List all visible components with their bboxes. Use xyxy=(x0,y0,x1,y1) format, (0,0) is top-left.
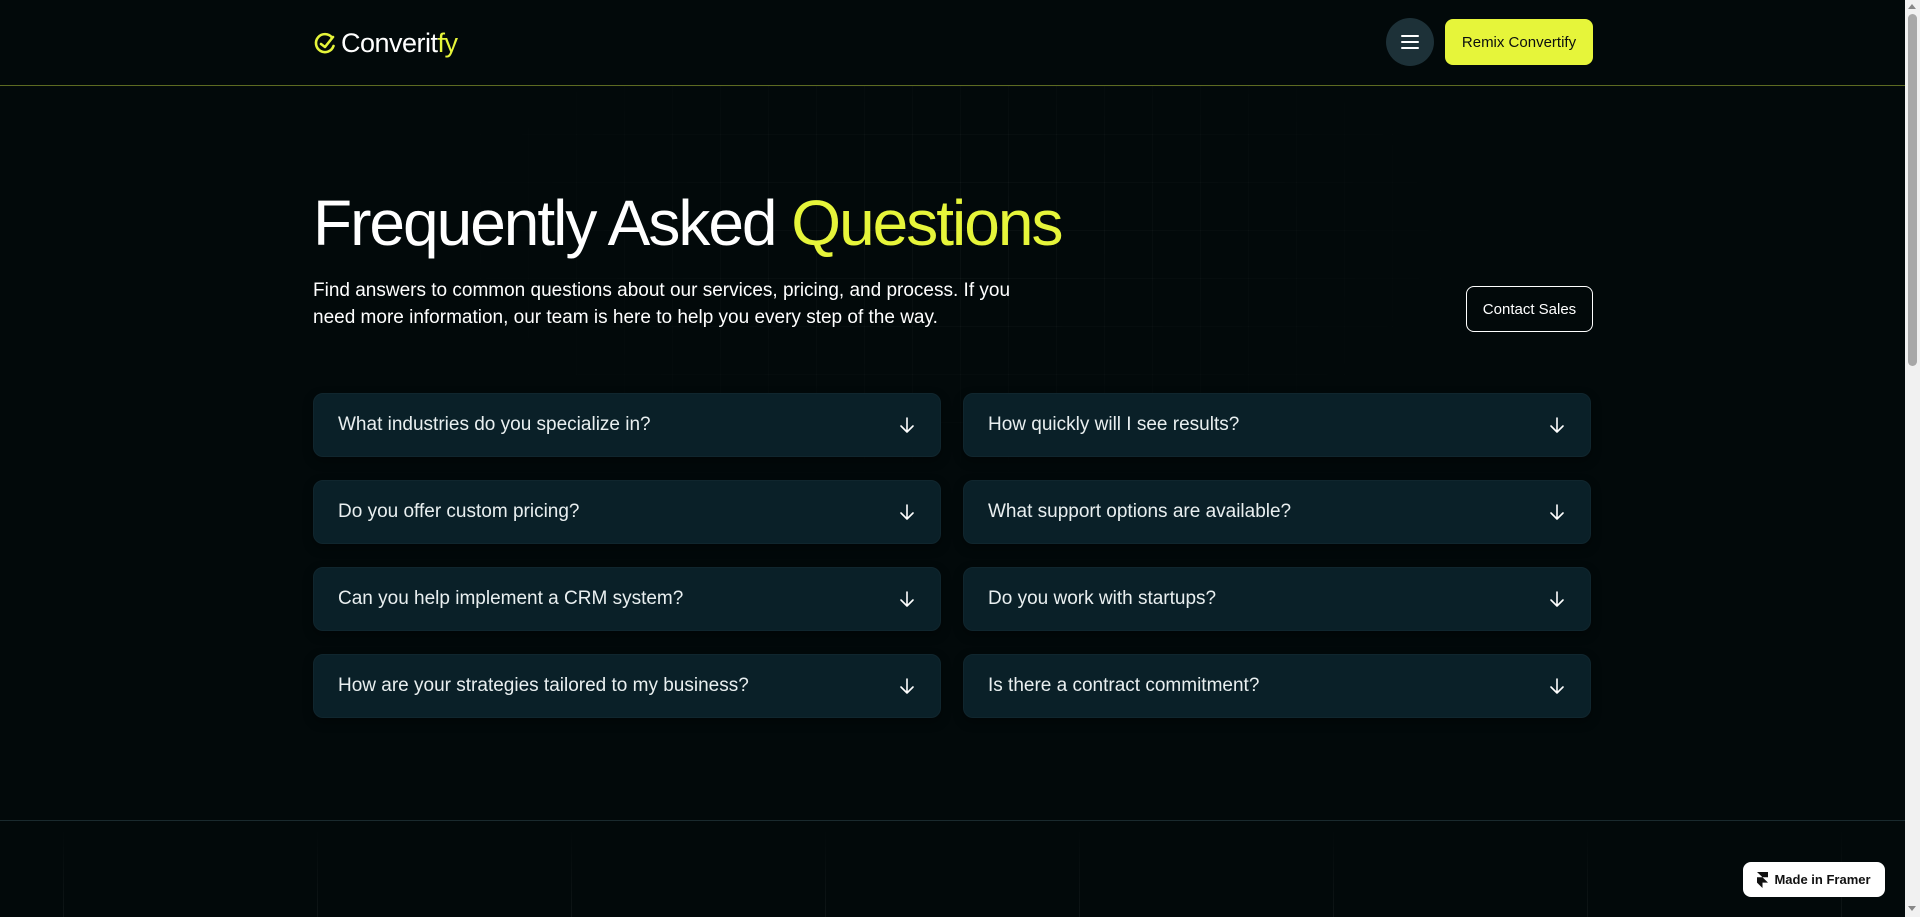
logo[interactable]: Converitfy xyxy=(313,26,458,60)
page: Converitfy Remix Convertify Frequently A… xyxy=(0,0,1920,917)
faq-question: Do you work with startups? xyxy=(988,588,1217,609)
faq-question: Do you offer custom pricing? xyxy=(338,501,580,522)
scroll-up-icon[interactable] xyxy=(1908,4,1916,9)
faq-item[interactable]: Can you help implement a CRM system? xyxy=(313,567,941,631)
page-title: Frequently Asked Questions xyxy=(313,183,1063,263)
scrollbar-thumb[interactable] xyxy=(1908,14,1917,366)
vertical-scrollbar[interactable] xyxy=(1905,0,1920,917)
arrow-down-icon xyxy=(900,504,914,520)
faq-item[interactable]: What support options are available? xyxy=(963,480,1591,544)
page-title-main: Frequently Asked xyxy=(313,187,792,259)
faq-item[interactable]: Do you work with startups? xyxy=(963,567,1591,631)
faq-question: What industries do you specialize in? xyxy=(338,414,651,435)
arrow-down-icon xyxy=(900,591,914,607)
page-subtitle: Find answers to common questions about o… xyxy=(313,280,1011,328)
faq-question: How are your strategies tailored to my b… xyxy=(338,675,749,696)
framer-logo-icon xyxy=(1757,871,1769,888)
made-in-framer-label: Made in Framer xyxy=(1774,872,1871,887)
arrow-down-icon xyxy=(900,678,914,694)
faq-question: How quickly will I see results? xyxy=(988,414,1240,435)
logo-icon xyxy=(314,32,335,54)
faq-item[interactable]: How quickly will I see results? xyxy=(963,393,1591,457)
logo-text-accent: fy xyxy=(437,27,459,58)
scroll-down-icon[interactable] xyxy=(1908,906,1916,911)
made-in-framer-badge[interactable]: Made in Framer xyxy=(1743,862,1885,897)
faq-question: Can you help implement a CRM system? xyxy=(338,588,684,609)
faq-item[interactable]: What industries do you specialize in? xyxy=(313,393,941,457)
arrow-down-icon xyxy=(1550,417,1564,433)
faq-question: Is there a contract commitment? xyxy=(988,675,1260,696)
faq-item[interactable]: Is there a contract commitment? xyxy=(963,654,1591,718)
arrow-down-icon xyxy=(1550,591,1564,607)
hamburger-menu-icon xyxy=(1401,35,1419,49)
faq-question: What support options are available? xyxy=(988,501,1292,522)
page-title-accent: Questions xyxy=(791,187,1063,259)
faq-item[interactable]: How are your strategies tailored to my b… xyxy=(313,654,941,718)
menu-button[interactable] xyxy=(1386,18,1434,66)
arrow-down-icon xyxy=(900,417,914,433)
arrow-down-icon xyxy=(1550,678,1564,694)
faq-item[interactable]: Do you offer custom pricing? xyxy=(313,480,941,544)
remix-convertify-button[interactable]: Remix Convertify xyxy=(1445,19,1593,65)
bottom-grid-background xyxy=(0,821,1905,917)
logo-text: Converitfy xyxy=(341,27,459,58)
site-header: Converitfy Remix Convertify xyxy=(0,0,1905,86)
arrow-down-icon xyxy=(1550,504,1564,520)
contact-sales-button[interactable]: Contact Sales xyxy=(1466,286,1593,332)
